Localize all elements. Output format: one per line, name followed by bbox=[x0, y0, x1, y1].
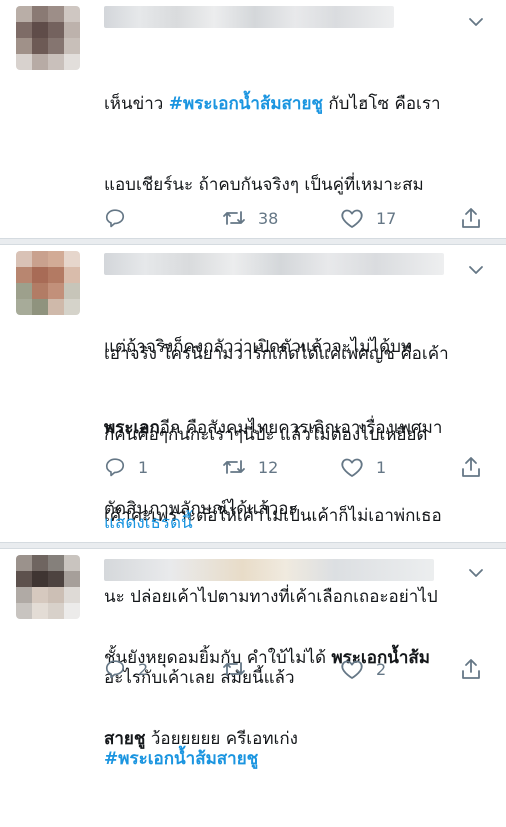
tweet-text: ชั้นยังหยุดอมยิ้มกับ คำใบ้ไม่ได้ พระเอกน… bbox=[104, 648, 430, 749]
retweet-icon bbox=[223, 211, 245, 225]
retweet-icon bbox=[223, 662, 245, 676]
tweet-3[interactable]: ชั้นยังหยุดอมยิ้มกับ คำใบ้ไม่ได้ พระเอกน… bbox=[0, 549, 506, 749]
share-button[interactable] bbox=[460, 205, 482, 231]
retweet-button[interactable] bbox=[222, 656, 258, 682]
author-name-blurred[interactable] bbox=[104, 559, 434, 581]
share-button[interactable] bbox=[460, 656, 482, 682]
hashtag-link[interactable]: #พระเอกน้ำส้มสายชู bbox=[169, 94, 323, 114]
reply-button[interactable]: 1 bbox=[104, 454, 148, 480]
avatar[interactable] bbox=[16, 6, 80, 70]
reply-icon bbox=[105, 660, 125, 679]
like-icon bbox=[341, 458, 363, 477]
like-button[interactable]: 17 bbox=[340, 205, 396, 231]
chevron-down-icon[interactable] bbox=[468, 565, 484, 581]
like-button[interactable]: 1 bbox=[340, 454, 386, 480]
avatar[interactable] bbox=[16, 251, 80, 315]
chevron-down-icon[interactable] bbox=[468, 262, 484, 278]
tweet-actions: 1 12 1 bbox=[104, 454, 494, 480]
reply-icon bbox=[105, 458, 125, 477]
show-thread-link[interactable]: แสดงเธรดนี้ bbox=[104, 509, 193, 536]
avatar[interactable] bbox=[16, 555, 80, 619]
retweet-button[interactable]: 38 bbox=[222, 205, 278, 231]
tweet-divider bbox=[0, 542, 506, 549]
reply-icon bbox=[105, 209, 125, 228]
like-button[interactable]: 2 bbox=[340, 656, 386, 682]
share-icon bbox=[462, 208, 480, 228]
share-icon bbox=[462, 659, 480, 679]
like-icon bbox=[341, 660, 363, 679]
reply-button[interactable]: 2 bbox=[104, 656, 148, 682]
author-name-blurred[interactable] bbox=[104, 6, 394, 28]
tweet-actions: 38 17 bbox=[104, 205, 494, 231]
author-name-blurred[interactable] bbox=[104, 253, 444, 275]
chevron-down-icon[interactable] bbox=[468, 14, 484, 30]
tweet-actions: 2 2 bbox=[104, 656, 494, 682]
share-button[interactable] bbox=[460, 454, 482, 480]
tweet-2[interactable]: เอาจริง ใครนิยามว่ารักเกิดได้แค่เพศญช คื… bbox=[0, 245, 506, 769]
retweet-icon bbox=[223, 460, 245, 474]
share-icon bbox=[462, 457, 480, 477]
tweet-divider bbox=[0, 238, 506, 245]
like-icon bbox=[341, 209, 363, 228]
reply-button[interactable] bbox=[104, 205, 138, 231]
tweet-1[interactable]: เห็นข่าว #พระเอกน้ำส้มสายชู กับไฮโซ คือเ… bbox=[0, 0, 506, 519]
retweet-button[interactable]: 12 bbox=[222, 454, 278, 480]
